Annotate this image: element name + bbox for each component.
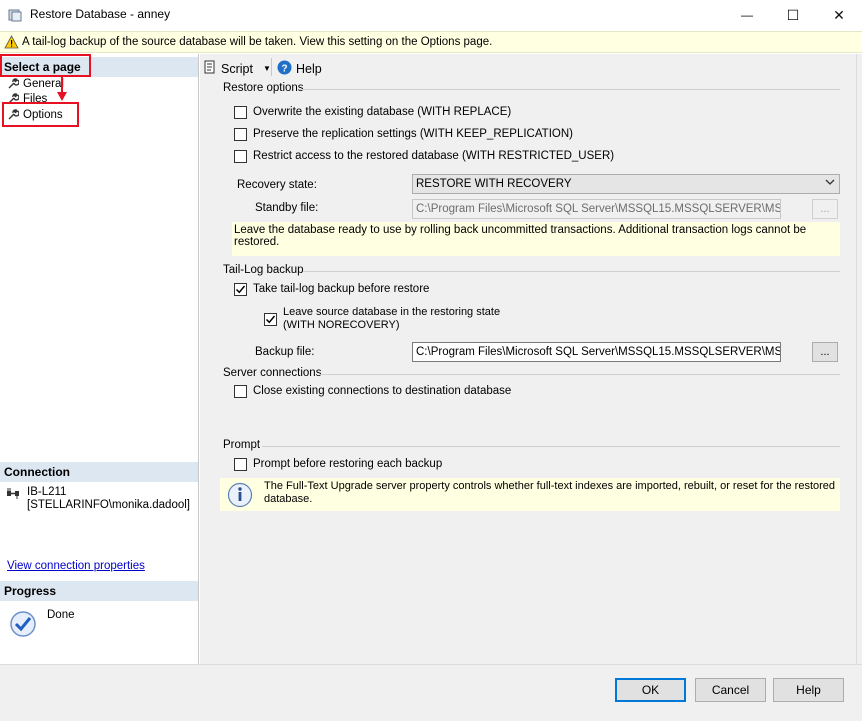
leave-restoring-checkbox[interactable] — [264, 313, 277, 326]
help-button[interactable]: Help — [773, 678, 844, 702]
fulltext-info-line1: The Full-Text Upgrade server property co… — [264, 480, 836, 492]
recovery-state-value: RESTORE WITH RECOVERY — [416, 178, 572, 190]
warning-bar: A tail-log backup of the source database… — [0, 31, 862, 53]
annotation-box-select-page — [0, 54, 91, 77]
close-connections-label: Close existing connections to destinatio… — [253, 385, 512, 397]
leave-restoring-label-line1: Leave source database in the restoring s… — [283, 306, 501, 318]
preserve-replication-label: Preserve the replication settings (WITH … — [253, 128, 573, 140]
checkmark-done-icon — [9, 610, 37, 641]
group-divider — [303, 271, 840, 272]
connection-label: Connection — [4, 465, 70, 479]
prompt-header: Prompt — [223, 439, 261, 451]
script-label: Script — [221, 61, 253, 76]
minimize-icon: — — [741, 8, 753, 22]
help-icon: ? — [277, 60, 292, 78]
group-divider — [320, 374, 840, 375]
annotation-arrow-icon — [57, 76, 67, 101]
cancel-button[interactable]: Cancel — [695, 678, 766, 702]
recovery-state-select[interactable]: RESTORE WITH RECOVERY — [412, 174, 840, 194]
connection-plug-icon — [6, 486, 20, 503]
group-divider — [300, 89, 840, 90]
window-title: Restore Database - anney — [30, 7, 171, 21]
maximize-icon: ☐ — [786, 6, 800, 23]
recovery-note: Leave the database ready to use by rolli… — [232, 222, 840, 256]
overwrite-checkbox[interactable] — [234, 106, 247, 119]
vertical-scrollbar[interactable] — [856, 54, 862, 664]
prompt-before-label: Prompt before restoring each backup — [253, 458, 443, 470]
progress-label: Progress — [4, 584, 57, 598]
standby-file-field[interactable]: C:\Program Files\Microsoft SQL Server\MS… — [412, 199, 781, 219]
connection-server: IB-L211 — [27, 486, 67, 498]
info-icon — [227, 482, 253, 511]
take-tail-log-checkbox[interactable] — [234, 283, 247, 296]
close-button[interactable]: ✕ — [816, 0, 862, 30]
prompt-before-checkbox[interactable] — [234, 458, 247, 471]
toolbar-divider — [271, 58, 272, 76]
take-tail-log-label: Take tail-log backup before restore — [253, 283, 430, 295]
ok-button[interactable]: OK — [615, 678, 686, 702]
backup-file-browse-button[interactable]: ... — [812, 342, 838, 362]
minimize-button[interactable]: — — [724, 0, 770, 30]
fulltext-info-note: The Full-Text Upgrade server property co… — [220, 478, 840, 511]
warning-text: A tail-log backup of the source database… — [22, 36, 493, 48]
maximize-button[interactable]: ☐ — [770, 0, 816, 30]
close-connections-checkbox[interactable] — [234, 385, 247, 398]
backup-file-value: C:\Program Files\Microsoft SQL Server\MS… — [416, 346, 781, 358]
restrict-access-label: Restrict access to the restored database… — [253, 150, 615, 162]
view-connection-properties-link[interactable]: View connection properties — [7, 560, 145, 572]
progress-status: Done — [47, 609, 75, 621]
overwrite-label: Overwrite the existing database (WITH RE… — [253, 106, 512, 118]
backup-file-label: Backup file: — [255, 346, 315, 358]
left-pane: Select a page General Files Options Conn… — [0, 54, 199, 664]
help-label: Help — [296, 62, 322, 76]
cancel-label: Cancel — [711, 683, 750, 697]
close-icon: ✕ — [833, 6, 845, 23]
progress-header: Progress — [0, 581, 198, 601]
help-toolbar-button[interactable]: ? Help — [277, 60, 322, 78]
connection-header: Connection — [0, 462, 198, 482]
group-divider — [262, 446, 840, 447]
wrench-icon — [8, 78, 20, 89]
script-button[interactable]: Script ▼ — [203, 60, 271, 77]
svg-text:?: ? — [281, 64, 287, 75]
connection-user: [STELLARINFO\monika.dadool] — [27, 499, 190, 511]
backup-file-field[interactable]: C:\Program Files\Microsoft SQL Server\MS… — [412, 342, 781, 362]
tail-log-header: Tail-Log backup — [223, 264, 304, 276]
standby-browse-button[interactable]: ... — [812, 199, 838, 219]
restore-options-header: Restore options — [223, 82, 304, 94]
leave-restoring-label-line2: (WITH NORECOVERY) — [283, 319, 400, 331]
options-pane: Script ▼ ? Help Restore options Overwrit… — [200, 54, 862, 664]
warning-icon — [4, 35, 19, 52]
chevron-down-icon — [825, 177, 835, 190]
browse-label: ... — [820, 346, 830, 358]
standby-file-value: C:\Program Files\Microsoft SQL Server\MS… — [416, 203, 781, 215]
check-icon — [265, 315, 276, 324]
title-bar: Restore Database - anney — ☐ ✕ — [0, 0, 862, 30]
annotation-box-options — [2, 102, 79, 127]
browse-label: ... — [820, 203, 830, 215]
fulltext-info-line2: database. — [264, 493, 313, 505]
chevron-down-icon: ▼ — [262, 64, 271, 73]
recovery-state-label: Recovery state: — [237, 179, 317, 191]
recovery-note-text: Leave the database ready to use by rolli… — [234, 224, 807, 248]
standby-file-label: Standby file: — [255, 202, 319, 214]
check-icon — [235, 285, 246, 294]
restrict-access-checkbox[interactable] — [234, 150, 247, 163]
server-connections-header: Server connections — [223, 367, 322, 379]
help-button-label: Help — [796, 683, 821, 697]
script-icon — [203, 60, 217, 77]
preserve-replication-checkbox[interactable] — [234, 128, 247, 141]
ok-label: OK — [641, 683, 660, 697]
app-icon — [8, 8, 22, 22]
